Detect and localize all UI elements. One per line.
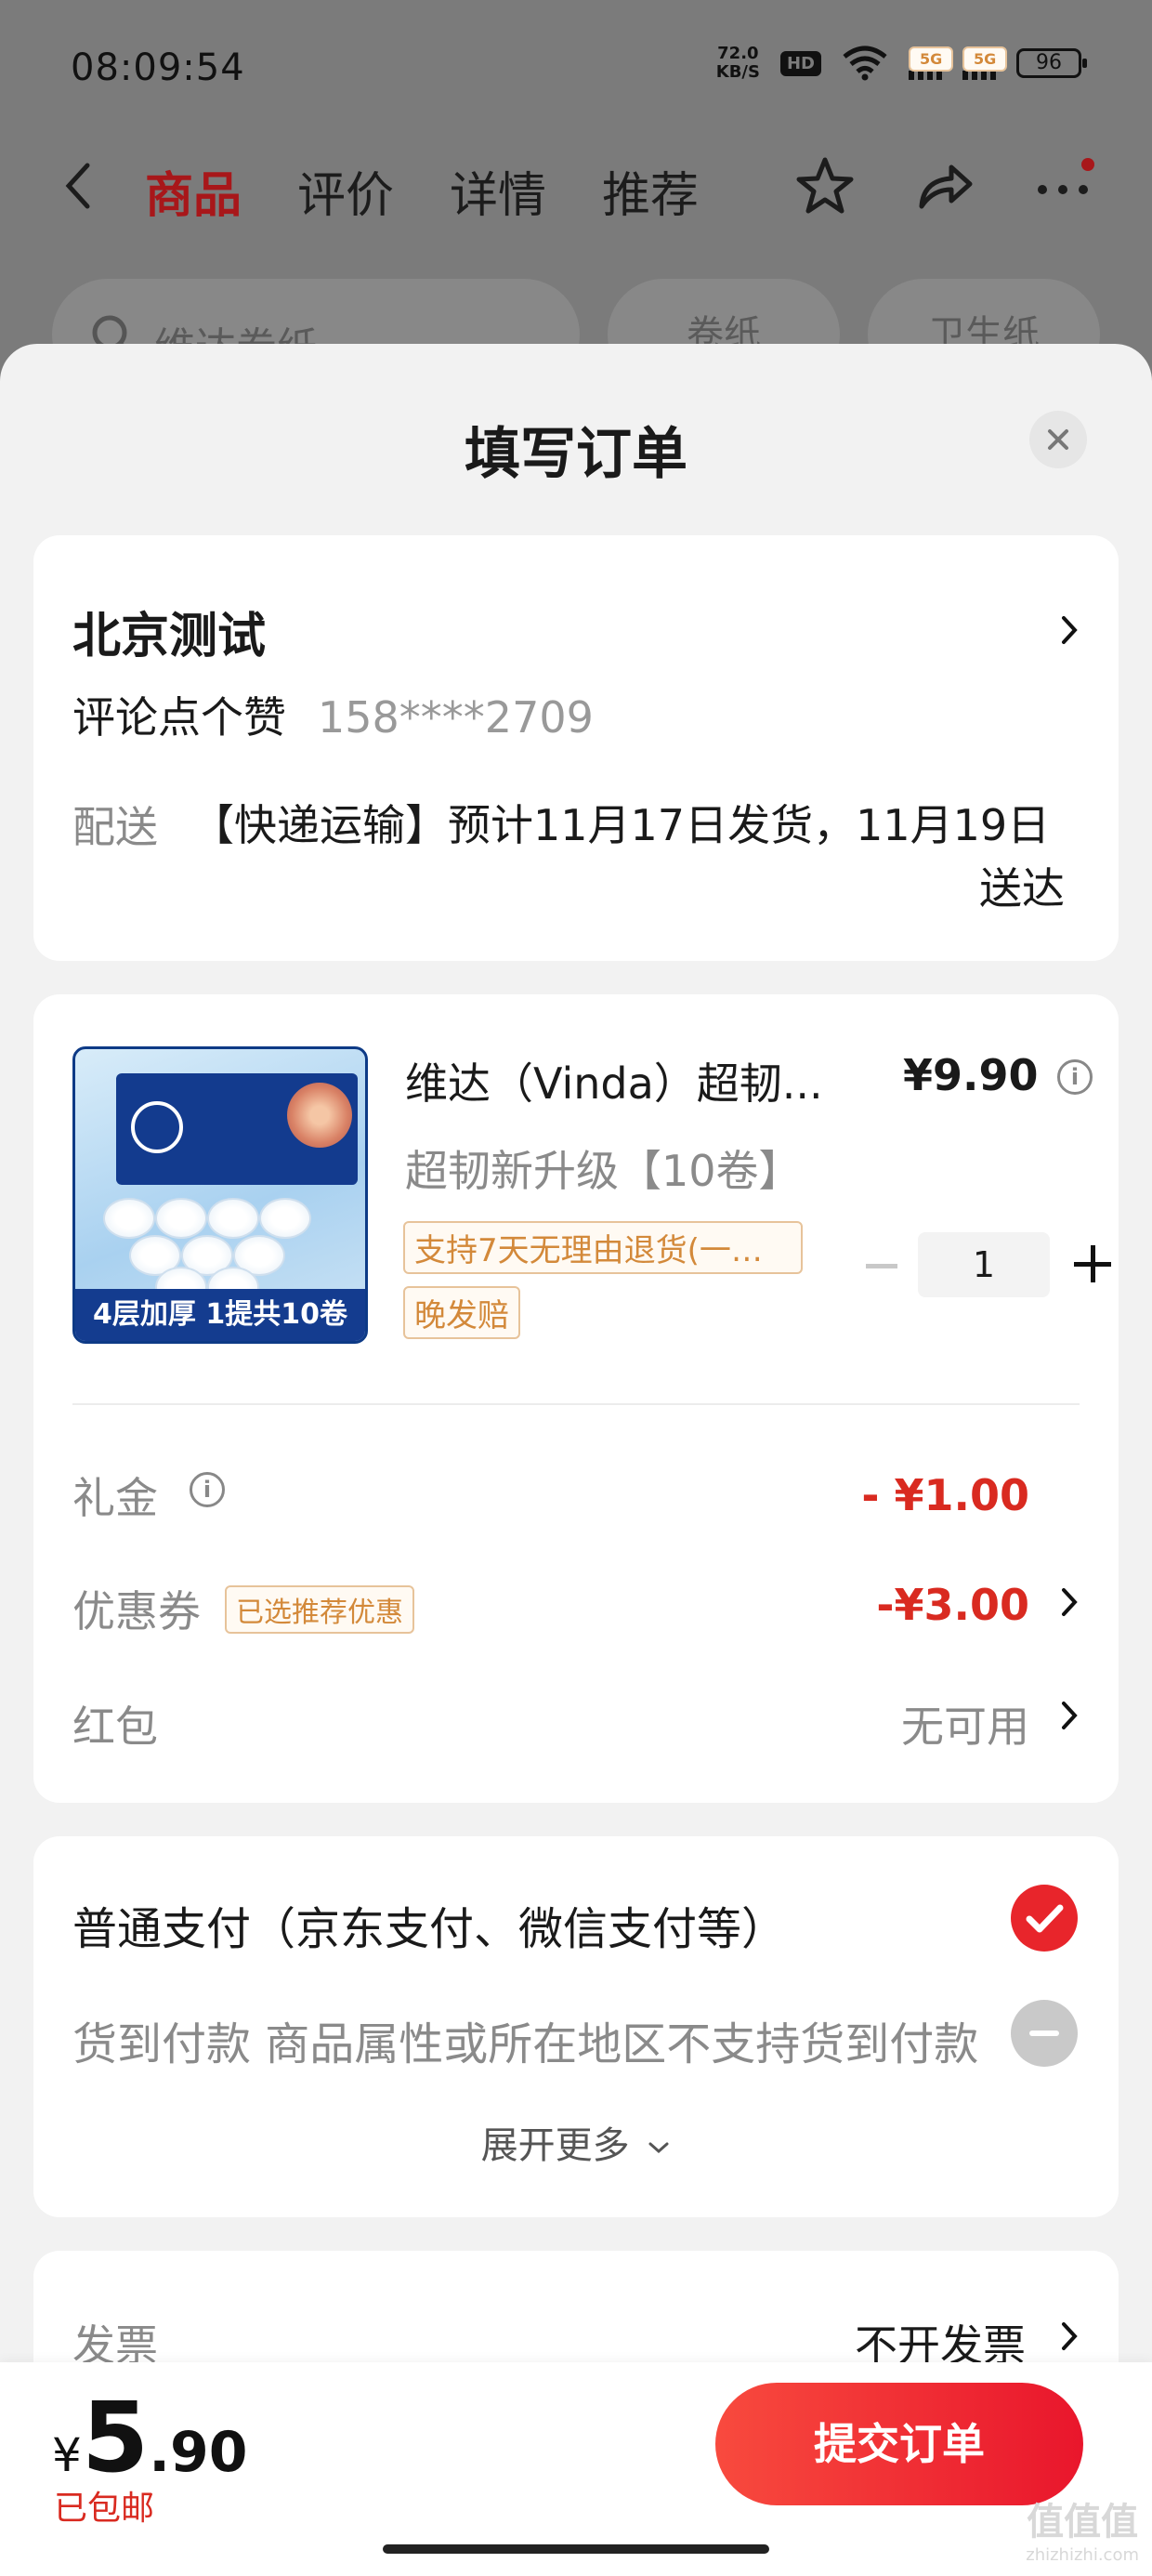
chevron-down-icon [648,2142,669,2154]
more-icon[interactable] [1029,152,1096,219]
quantity-value[interactable]: 1 [918,1232,1050,1297]
plus-icon[interactable] [1074,1245,1111,1282]
payment-normal-option[interactable]: 普通支付（京东支付、微信支付等） [72,1892,786,1957]
signal-icon-2: 5G [962,46,1008,80]
tab-recommend[interactable]: 推荐 [602,156,699,226]
quantity-stepper: 1 [832,1232,1111,1299]
total-decimal: .90 [149,2420,248,2485]
recipient-line: 评论点个赞 158****2709 [72,684,594,745]
net-speed: 72.0 KB/S [716,45,760,82]
nav-tabs: 商品 评价 详情 推荐 [145,156,699,226]
background-page: 08:09:54 72.0 KB/S HD 5G 5G 96 商品 评价 详情 … [0,0,1152,390]
status-bar: 08:09:54 72.0 KB/S HD 5G 5G 96 [0,0,1152,130]
brand-logo [131,1101,183,1153]
home-indicator[interactable] [383,2544,769,2554]
tab-product[interactable]: 商品 [145,156,242,226]
flower-graphic [287,1083,352,1148]
tab-details[interactable]: 详情 [450,156,546,226]
delivery-info: 【快递运输】预计11月17日发货，11月19日 送达 [191,794,1065,920]
total-integer: 5 [81,2381,150,2494]
status-icons: 72.0 KB/S HD 5G 5G 96 [716,45,1087,82]
signal2-label: 5G [962,46,1008,72]
chevron-right-icon[interactable] [1059,1585,1080,1619]
submit-order-button[interactable]: 提交订单 [715,2383,1083,2505]
product-image[interactable]: 4层加厚 1提共10卷 [72,1046,368,1344]
chevron-right-icon [1062,616,1078,644]
sheet-title: 填写订单 [465,422,687,487]
payment-selected-check[interactable] [1011,1885,1078,1952]
tab-reviews[interactable]: 评价 [297,156,394,226]
divider [72,1403,1080,1405]
watermark-text: 值值值 [1027,2501,1139,2543]
shipping-free-label: 已包邮 [54,2490,155,2528]
star-icon[interactable] [792,152,858,219]
info-icon[interactable]: i [1057,1059,1093,1095]
check-icon [1026,1904,1064,1933]
payment-disabled-icon [1011,2000,1078,2067]
signal1-label: 5G [909,46,954,72]
payment-cod-option: 货到付款 商品属性或所在地区不支持货到付款 [72,2018,979,2070]
payment-card: 普通支付（京东支付、微信支付等） 货到付款 商品属性或所在地区不支持货到付款 展… [33,1836,1119,2217]
close-icon [1048,429,1068,450]
delivery-label: 配送 [72,802,158,852]
chevron-right-icon [1062,2322,1078,2350]
coupon-tag: 已选推荐优惠 [225,1585,414,1634]
product-name[interactable]: 维达（Vinda）超韧... [405,1050,842,1111]
recipient-name: 评论点个赞 [72,692,286,743]
gift-value: - ¥1.00 [861,1470,1029,1520]
wifi-icon [843,46,887,81]
top-nav: 商品 评价 详情 推荐 [0,139,1152,232]
signal-icon-1: 5G [909,46,954,80]
recipient-phone: 158****2709 [318,692,594,743]
coupon-label: 优惠券 [72,1586,201,1636]
image-banner: 4层加厚 1提共10卷 [75,1289,365,1341]
coupon-value[interactable]: -¥3.00 [876,1580,1029,1630]
minus-icon[interactable] [866,1264,897,1268]
expand-more-button[interactable]: 展开更多 [33,2115,1119,2169]
info-icon[interactable]: i [190,1472,225,1507]
redpacket-value[interactable]: 无可用 [901,1693,1029,1755]
notification-dot [1081,158,1094,171]
status-time: 08:09:54 [71,46,245,89]
hd-icon: HD [779,50,821,76]
delivery-line2: 送达 [979,863,1065,913]
share-icon[interactable] [910,152,977,219]
gift-label: 礼金 [72,1473,158,1523]
address-card[interactable]: 北京测试 评论点个赞 158****2709 配送 【快递运输】预计11月17日发… [33,535,1119,961]
net-speed-value: 72.0 [717,44,759,63]
nav-actions [792,152,1096,219]
battery-icon: 96 [1016,48,1087,78]
return-policy-tag: 支持7天无理由退货(一次... [403,1221,803,1274]
product-price: ¥9.90 [903,1050,1039,1100]
product-spec: 超韧新升级【10卷】 [405,1146,802,1196]
back-icon[interactable] [59,160,97,212]
redpacket-label: 红包 [72,1702,158,1752]
delivery-line1: 【快递运输】预计11月17日发货，11月19日 [191,800,1051,850]
close-button[interactable] [1029,411,1087,468]
watermark: 值值值 zhizhizhi.com [1026,2504,1139,2572]
expand-label: 展开更多 [480,2124,630,2167]
chevron-right-icon[interactable] [1059,1699,1080,1732]
address-name: 北京测试 [72,609,267,664]
watermark-sub: zhizhizhi.com [1026,2545,1139,2565]
total-price: ¥5.90 [52,2381,247,2494]
product-card: 4层加厚 1提共10卷 维达（Vinda）超韧... ¥9.90 i 超韧新升级… [33,994,1119,1803]
late-delivery-tag: 晚发赔 [403,1286,520,1339]
net-speed-unit: KB/S [715,62,760,82]
order-sheet: 填写订单 北京测试 评论点个赞 158****2709 配送 【快递运输】预计11… [0,344,1152,2576]
currency-symbol: ¥ [52,2428,82,2482]
